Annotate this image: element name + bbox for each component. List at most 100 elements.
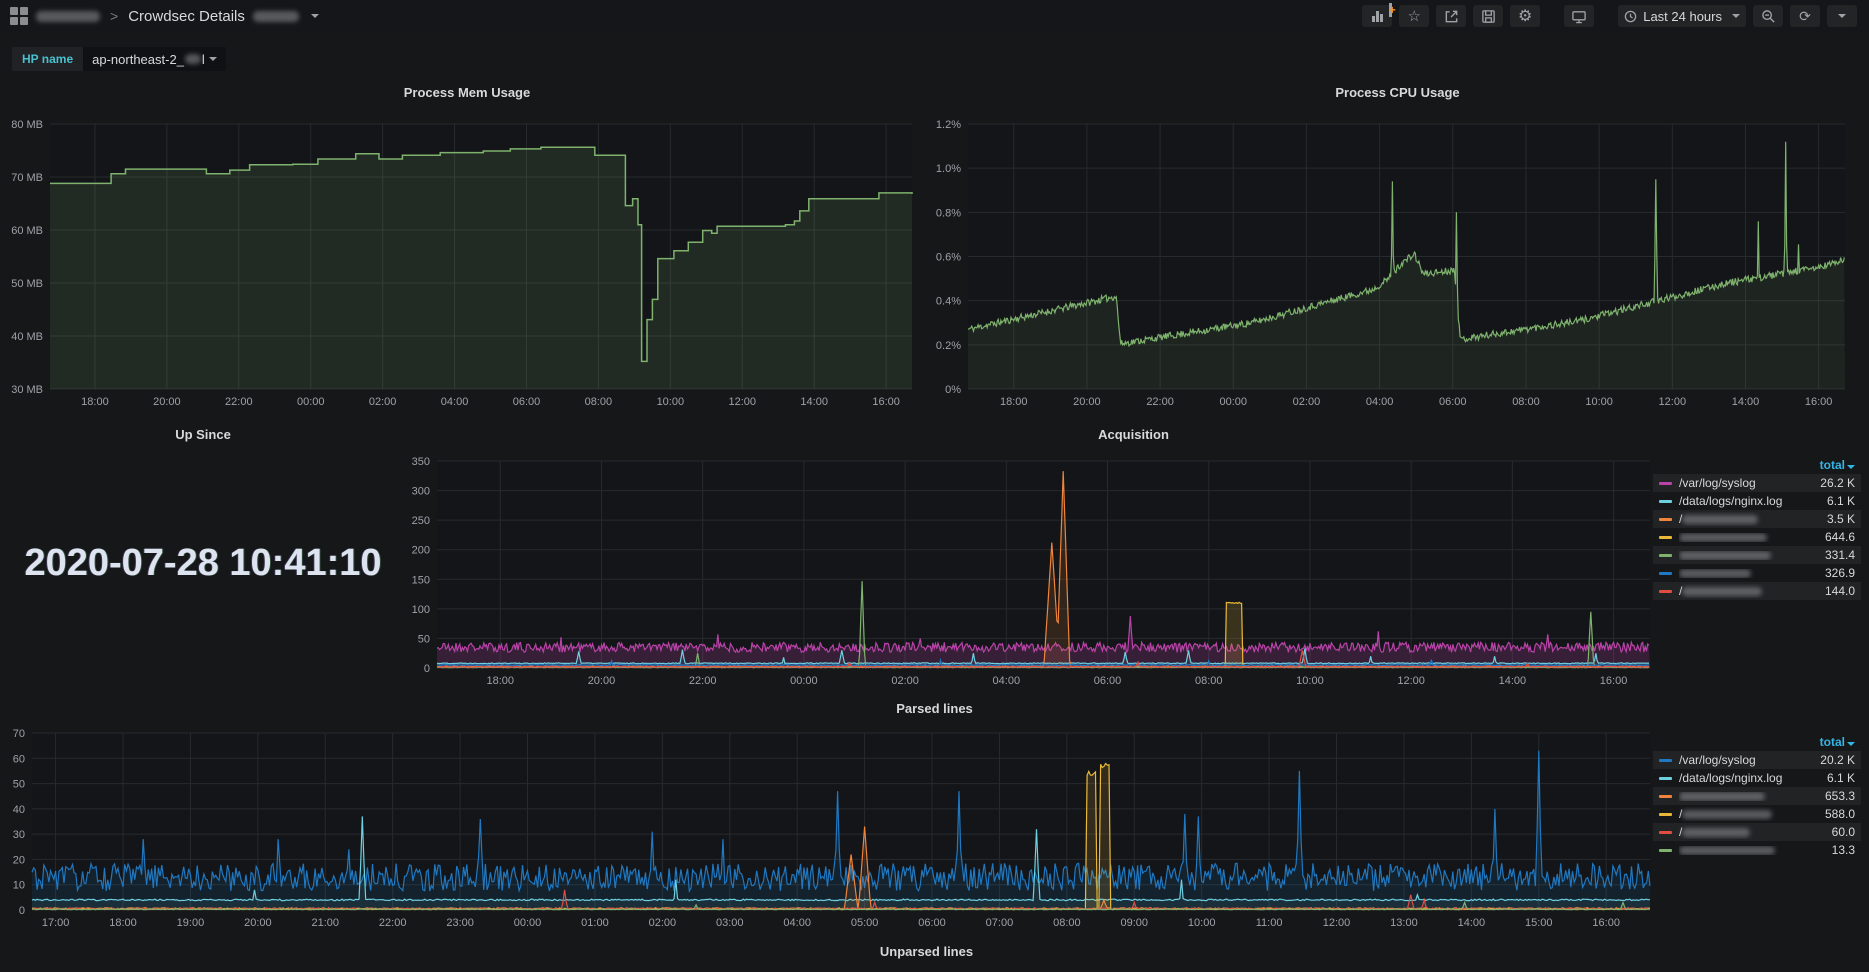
y-tick-label: 50	[418, 633, 430, 645]
x-tick-label: 08:00	[1195, 675, 1223, 687]
x-tick-label: 09:00	[1120, 917, 1148, 929]
share-icon	[1444, 9, 1459, 24]
add-panel-icon: +	[1372, 10, 1383, 22]
variable-value-dropdown[interactable]: ap-northeast-2_l	[83, 47, 226, 71]
x-tick-label: 16:00	[1592, 917, 1620, 929]
x-tick-label: 18:00	[109, 917, 137, 929]
settings-gear-icon: ⚙	[1518, 6, 1532, 26]
y-tick-label: 30	[13, 829, 25, 841]
x-tick-label: 14:00	[800, 396, 828, 408]
y-tick-label: 20	[13, 854, 25, 866]
y-tick-label: 0	[424, 663, 430, 675]
x-tick-label: 20:00	[588, 675, 616, 687]
star-button[interactable]: ☆	[1399, 5, 1429, 27]
x-tick-label: 14:00	[1732, 396, 1760, 408]
zoom-out-button[interactable]	[1753, 5, 1783, 27]
chart-mem[interactable]: 30 MB40 MB50 MB60 MB70 MB80 MB18:0020:00…	[8, 78, 926, 414]
variable-value-prefix: ap-northeast-2_	[92, 52, 184, 67]
y-tick-label: 60	[13, 753, 25, 765]
x-tick-label: 02:00	[1293, 396, 1321, 408]
x-tick-label: 17:00	[42, 917, 70, 929]
chart-parsed[interactable]: 01020304050607017:0018:0019:0020:0021:00…	[8, 694, 1861, 934]
x-tick-label: 03:00	[716, 917, 744, 929]
refresh-interval-caret-icon	[1838, 14, 1846, 18]
x-tick-label: 16:00	[1600, 675, 1628, 687]
y-tick-label: 0.6%	[936, 252, 961, 264]
x-tick-label: 19:00	[177, 917, 205, 929]
x-tick-label: 13:00	[1390, 917, 1418, 929]
y-tick-label: 1.2%	[936, 119, 961, 131]
panel-process-mem-usage: Process Mem Usage 30 MB40 MB50 MB60 MB70…	[8, 78, 926, 414]
zoom-out-icon	[1761, 9, 1776, 24]
chart-acquisition[interactable]: 05010015020025030035018:0020:0022:0000:0…	[406, 420, 1861, 692]
y-tick-label: 0.4%	[936, 296, 961, 308]
y-tick-label: 70	[13, 728, 25, 740]
x-tick-label: 22:00	[379, 917, 407, 929]
clock-icon	[1624, 10, 1637, 23]
y-tick-label: 1.0%	[936, 163, 961, 175]
refresh-icon: ⟳	[1799, 8, 1811, 25]
x-tick-label: 20:00	[1073, 396, 1101, 408]
grafana-dashboard: { "nav": { "separator": ">", "title": "C…	[0, 0, 1869, 972]
x-tick-label: 10:00	[1585, 396, 1613, 408]
dashboard-caret-icon[interactable]	[311, 14, 319, 18]
breadcrumb-folder-redacted[interactable]	[36, 11, 100, 22]
x-tick-label: 10:00	[1188, 917, 1216, 929]
x-tick-label: 15:00	[1525, 917, 1553, 929]
tv-cycle-button[interactable]	[1564, 5, 1594, 27]
x-tick-label: 22:00	[1146, 396, 1174, 408]
refresh-interval-button[interactable]	[1827, 5, 1857, 27]
grafana-menu-icon[interactable]	[10, 7, 28, 25]
y-tick-label: 50	[13, 779, 25, 791]
x-tick-label: 06:00	[1439, 396, 1467, 408]
add-panel-button[interactable]: +	[1362, 5, 1392, 27]
y-tick-label: 350	[412, 456, 430, 468]
x-tick-label: 18:00	[1000, 396, 1028, 408]
x-tick-label: 14:00	[1499, 675, 1527, 687]
time-range-picker[interactable]: Last 24 hours	[1618, 5, 1746, 27]
x-tick-label: 12:00	[1397, 675, 1425, 687]
x-tick-label: 12:00	[1659, 396, 1687, 408]
x-tick-label: 20:00	[153, 396, 181, 408]
x-tick-label: 02:00	[649, 917, 677, 929]
x-tick-label: 10:00	[1296, 675, 1324, 687]
x-tick-label: 16:00	[1805, 396, 1833, 408]
dashboard-title[interactable]: Crowdsec Details	[128, 8, 245, 25]
x-tick-label: 23:00	[446, 917, 474, 929]
x-tick-label: 18:00	[81, 396, 109, 408]
chart-cpu[interactable]: 0%0.2%0.4%0.6%0.8%1.0%1.2%18:0020:0022:0…	[934, 78, 1861, 414]
y-tick-label: 0.2%	[936, 340, 961, 352]
y-tick-label: 70 MB	[11, 172, 43, 184]
share-button[interactable]	[1436, 5, 1466, 27]
navbar: > Crowdsec Details + ☆ ⚙	[0, 0, 1869, 32]
x-tick-label: 14:00	[1458, 917, 1486, 929]
y-tick-label: 60 MB	[11, 225, 43, 237]
time-range-caret-icon	[1732, 14, 1740, 18]
x-tick-label: 00:00	[514, 917, 542, 929]
x-tick-label: 11:00	[1256, 917, 1283, 929]
panel-parsed-lines: Parsed lines total/var/log/syslog20.2 K/…	[8, 694, 1861, 934]
up-since-value: 2020-07-28 10:41:10	[8, 542, 398, 585]
settings-button[interactable]: ⚙	[1510, 5, 1540, 27]
save-button[interactable]	[1473, 5, 1503, 27]
x-tick-label: 06:00	[1094, 675, 1122, 687]
y-tick-label: 0	[19, 905, 25, 917]
y-tick-label: 30 MB	[11, 384, 43, 396]
x-tick-label: 07:00	[986, 917, 1014, 929]
template-variable-bar: HP name ap-northeast-2_l	[12, 47, 226, 71]
x-tick-label: 18:00	[486, 675, 514, 687]
y-tick-label: 150	[412, 574, 430, 586]
star-icon: ☆	[1407, 7, 1420, 25]
x-tick-label: 08:00	[1053, 917, 1081, 929]
x-tick-label: 02:00	[369, 396, 397, 408]
panel-title-unparsed-lines[interactable]: Unparsed lines	[0, 944, 1853, 959]
refresh-button[interactable]: ⟳	[1790, 5, 1820, 27]
y-tick-label: 40	[13, 804, 25, 816]
x-tick-label: 04:00	[993, 675, 1021, 687]
navbar-actions: + ☆ ⚙	[1362, 5, 1869, 27]
y-tick-label: 250	[412, 515, 430, 527]
y-tick-label: 0%	[945, 384, 961, 396]
variable-value-redacted	[185, 54, 201, 64]
variable-label: HP name	[12, 47, 83, 71]
panel-title-up-since[interactable]: Up Since	[8, 427, 398, 442]
